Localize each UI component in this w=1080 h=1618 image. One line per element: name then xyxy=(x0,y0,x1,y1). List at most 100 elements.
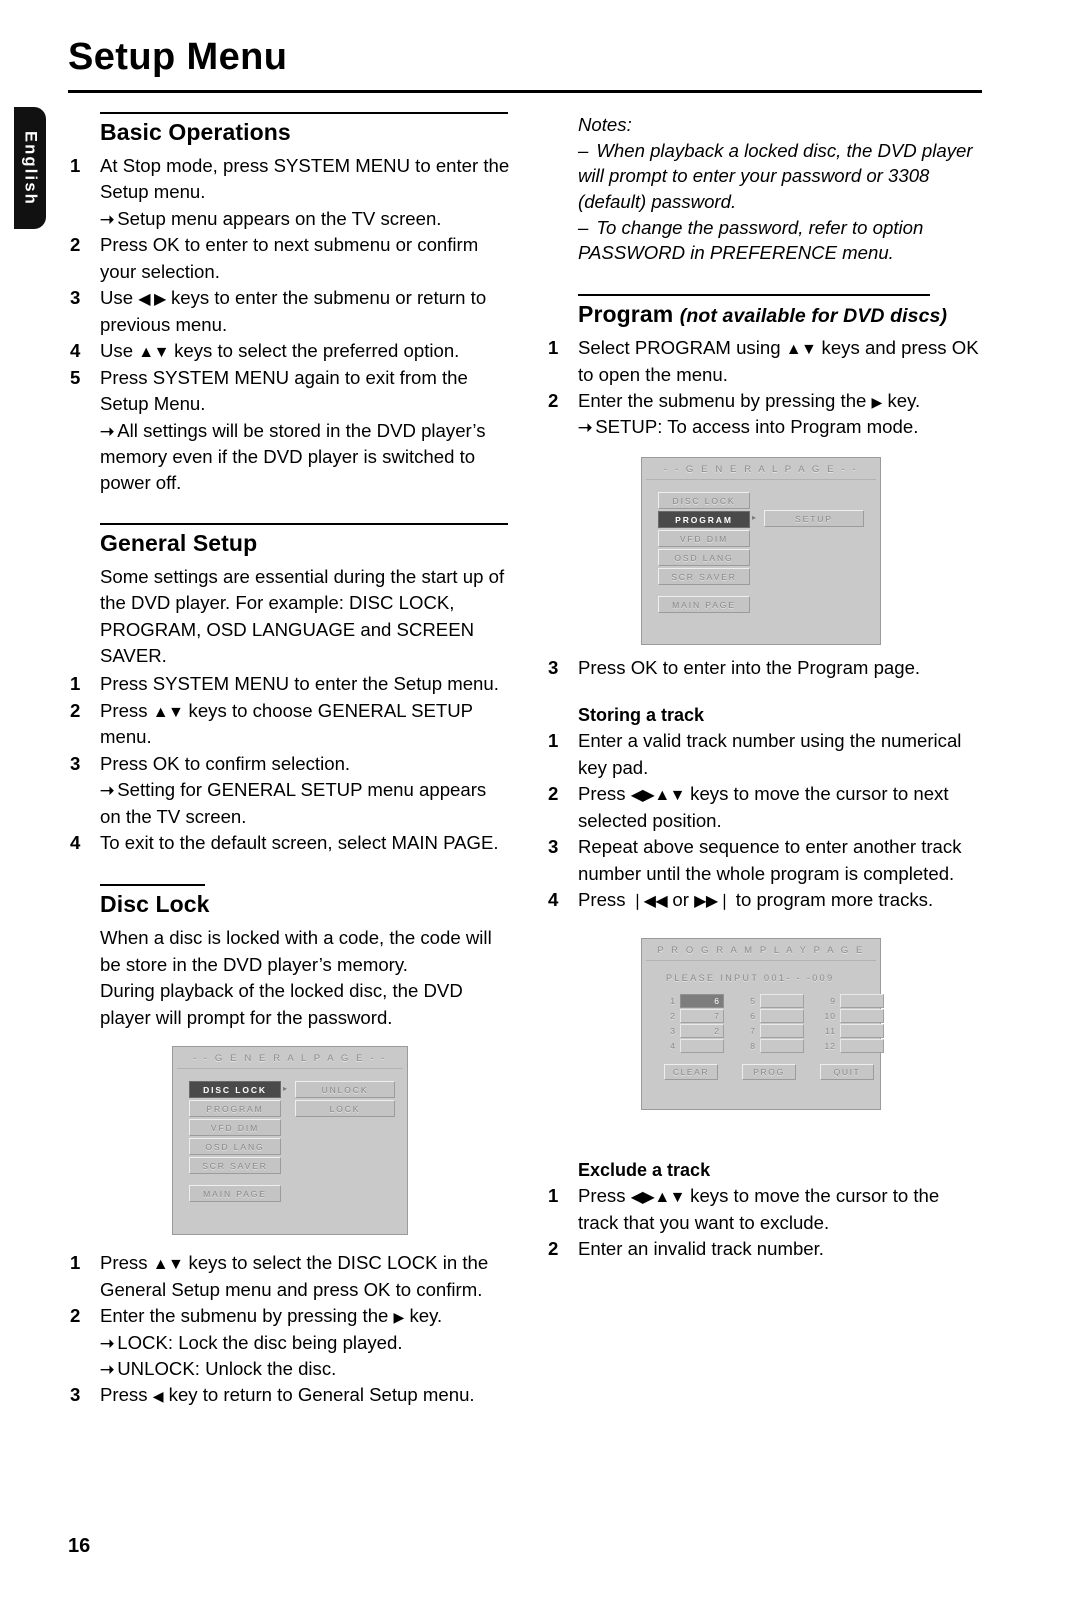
track-input-cell[interactable] xyxy=(760,1024,804,1038)
osd-submenu-list: UNLOCK LOCK xyxy=(295,1081,395,1119)
osd-submenu-item-setup[interactable]: SETUP xyxy=(764,510,864,527)
step-text-post: to program more tracks. xyxy=(730,889,934,911)
osd-menu-item-vfd-dim[interactable]: VFD DIM xyxy=(658,530,750,547)
list-item: 2 Enter the submenu by pressing the ▶ ke… xyxy=(68,1303,510,1382)
osd-menu-item-osd-lang[interactable]: OSD LANG xyxy=(658,549,750,566)
note-item: – When playback a locked disc, the DVD pl… xyxy=(578,138,984,215)
osd-menu-item-osd-lang[interactable]: OSD LANG xyxy=(189,1138,281,1155)
dash-icon: – xyxy=(578,216,589,238)
section-basic-operations: Basic Operations 1 At Stop mode, press S… xyxy=(68,112,510,497)
right-column-continued: 3 Press OK to enter into the Program pag… xyxy=(540,655,984,914)
step-text-pre: Press xyxy=(100,1252,153,1273)
track-index: 6 xyxy=(750,1011,756,1021)
step-number: 2 xyxy=(548,783,559,805)
notes-label: Notes: xyxy=(578,114,632,135)
prog-button[interactable]: PROG xyxy=(742,1064,796,1080)
osd-button-row: CLEAR PROG QUIT xyxy=(664,1064,880,1080)
basic-operations-heading: Basic Operations xyxy=(100,119,291,145)
list-item: 1 Press ◀▶▲▼ keys to move the cursor to … xyxy=(540,1183,984,1236)
step-text-pre: Press xyxy=(578,889,631,911)
step-text-pre: Press xyxy=(578,783,631,805)
track-index: 10 xyxy=(824,1011,836,1021)
section-divider xyxy=(578,293,930,296)
arrow-icon: ➝ xyxy=(100,421,115,441)
track-input-cell[interactable] xyxy=(760,994,804,1008)
exclude-a-track-heading: Exclude a track xyxy=(578,1160,711,1180)
general-setup-steps: 1 Press SYSTEM MENU to enter the Setup m… xyxy=(68,671,510,856)
track-input-cell[interactable] xyxy=(840,1024,884,1038)
track-group: 9 10 11 12 xyxy=(822,994,884,1053)
osd-title-divider xyxy=(646,960,876,961)
track-input-cell[interactable] xyxy=(760,1039,804,1053)
osd-submenu-list: SETUP xyxy=(764,510,864,529)
track-row: 9 xyxy=(822,994,884,1008)
step-note: ➝ Setting for GENERAL SETUP menu appears … xyxy=(100,777,510,830)
osd-body: DISC LOCK PROGRAM VFD DIM OSD LANG SCR S… xyxy=(642,480,880,640)
osd-menu-item-program[interactable]: PROGRAM xyxy=(189,1100,281,1117)
dpad-right-icon: ▶ xyxy=(871,394,883,411)
osd-body: DISC LOCK PROGRAM VFD DIM OSD LANG SCR S… xyxy=(173,1069,407,1230)
program-heading: Program (not available for DVD discs) xyxy=(578,301,984,328)
track-input-cell[interactable]: 6 xyxy=(680,994,724,1008)
clear-button[interactable]: CLEAR xyxy=(664,1064,718,1080)
track-input-cell[interactable] xyxy=(760,1009,804,1023)
osd-menu-item-disc-lock[interactable]: DISC LOCK xyxy=(189,1081,281,1098)
dpad-up-down-icon: ▲▼ xyxy=(138,344,169,362)
left-column: Basic Operations 1 At Stop mode, press S… xyxy=(68,112,510,1033)
step-text-post: key to return to General Setup menu. xyxy=(163,1384,475,1406)
step-note-text: LOCK: Lock the disc being played. xyxy=(117,1331,403,1353)
track-input-cell[interactable] xyxy=(840,1039,884,1053)
list-item: 3 Press OK to enter into the Program pag… xyxy=(540,655,984,681)
osd-menu-item-main-page[interactable]: MAIN PAGE xyxy=(658,596,750,613)
osd-submenu-item-unlock[interactable]: UNLOCK xyxy=(295,1081,395,1098)
dpad-right-icon: ▶ xyxy=(393,1309,405,1326)
track-row: 32 xyxy=(662,1024,724,1038)
osd-menu-item-main-page[interactable]: MAIN PAGE xyxy=(189,1185,281,1202)
step-text: Press OK to confirm selection. xyxy=(100,752,351,774)
program-heading-sub: (not available for DVD discs) xyxy=(679,304,948,327)
storing-a-track-heading: Storing a track xyxy=(578,705,705,726)
osd-program-play-page: P R O G R A M P L A Y P A G E PLEASE INP… xyxy=(641,938,884,1110)
dpad-up-down-icon: ▲▼ xyxy=(785,340,817,358)
step-number: 3 xyxy=(70,1384,81,1406)
track-input-cell[interactable] xyxy=(840,994,884,1008)
osd-title: - - G E N E R A L P A G E - - xyxy=(663,464,859,475)
step-note: ➝ LOCK: Lock the disc being played. xyxy=(100,1330,510,1356)
track-row: 8 xyxy=(742,1039,804,1053)
quit-button[interactable]: QUIT xyxy=(820,1064,874,1080)
step-note: ➝ Setup menu appears on the TV screen. xyxy=(100,206,510,232)
osd-general-page-disc-lock: - - G E N E R A L P A G E - - DISC LOCK … xyxy=(172,1046,408,1235)
step-number: 1 xyxy=(70,155,81,176)
step-number: 1 xyxy=(70,1252,81,1273)
disc-lock-steps: 1 Press ▲▼ keys to select the DISC LOCK … xyxy=(68,1250,510,1409)
list-item: 4 Press ❘◀◀ or ▶▶❘ to program more track… xyxy=(540,887,984,914)
program-steps: 1 Select PROGRAM using ▲▼ keys and press… xyxy=(540,335,984,441)
step-number: 5 xyxy=(70,366,81,388)
list-item: 4 Use ▲▼ keys to select the preferred op… xyxy=(68,338,510,365)
note-text: When playback a locked disc, the DVD pla… xyxy=(578,139,973,212)
osd-submenu-item-lock[interactable]: LOCK xyxy=(295,1100,395,1117)
step-text-post: key. xyxy=(404,1305,443,1327)
track-index: 4 xyxy=(670,1041,676,1051)
osd-menu-item-scr-saver[interactable]: SCR SAVER xyxy=(189,1157,281,1174)
list-item: 1 Press SYSTEM MENU to enter the Setup m… xyxy=(68,671,510,697)
list-item: 1 Press ▲▼ keys to select the DISC LOCK … xyxy=(68,1250,510,1303)
track-input-cell[interactable]: 2 xyxy=(680,1024,724,1038)
track-row: 11 xyxy=(822,1024,884,1038)
track-index: 2 xyxy=(670,1011,676,1021)
language-tab-label: English xyxy=(21,130,40,206)
osd-menu-item-scr-saver[interactable]: SCR SAVER xyxy=(658,568,750,585)
list-item: 5 Press SYSTEM MENU again to exit from t… xyxy=(68,365,510,497)
track-input-cell[interactable] xyxy=(680,1039,724,1053)
list-item: 2 Press OK to enter to next submenu or c… xyxy=(68,232,510,285)
program-heading-main: Program xyxy=(578,300,674,327)
track-row: 12 xyxy=(822,1039,884,1053)
track-index: 9 xyxy=(830,996,836,1006)
track-input-cell[interactable] xyxy=(840,1009,884,1023)
osd-menu-item-vfd-dim[interactable]: VFD DIM xyxy=(189,1119,281,1136)
track-input-cell[interactable]: 7 xyxy=(680,1009,724,1023)
osd-menu-item-disc-lock[interactable]: DISC LOCK xyxy=(658,492,750,509)
arrow-icon: ➝ xyxy=(100,1333,115,1353)
osd-menu-item-program[interactable]: PROGRAM xyxy=(658,511,750,528)
step-text-pre: Press xyxy=(100,1384,153,1406)
